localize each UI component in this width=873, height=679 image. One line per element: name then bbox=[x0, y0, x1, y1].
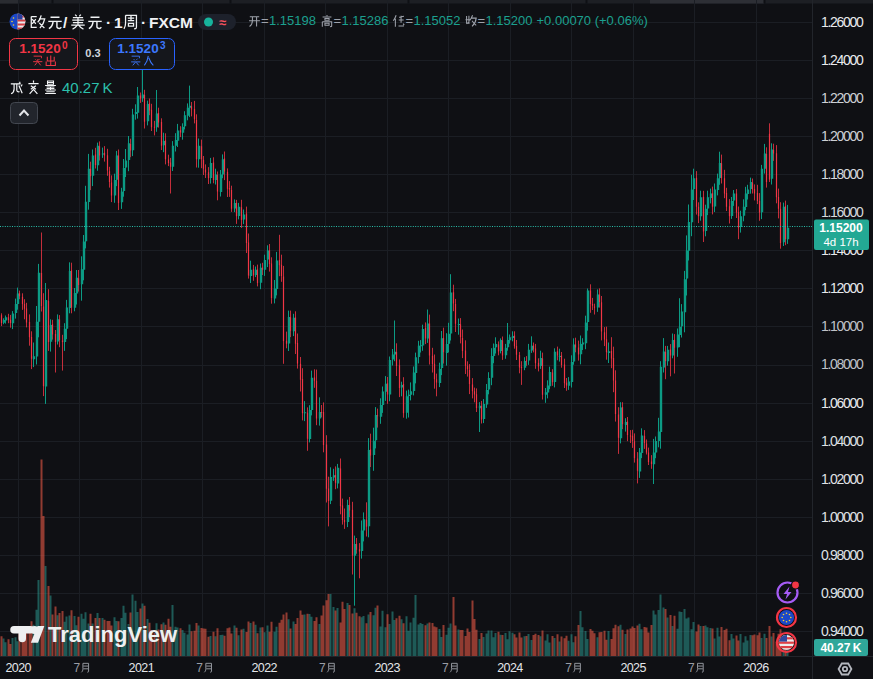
svg-text:TradingView: TradingView bbox=[48, 622, 178, 647]
svg-text:40.27 K: 40.27 K bbox=[820, 641, 861, 655]
svg-text:7: 7 bbox=[319, 661, 326, 675]
svg-text:2021: 2021 bbox=[129, 661, 155, 675]
svg-text:0.96000: 0.96000 bbox=[821, 585, 864, 601]
svg-text:=: = bbox=[478, 13, 486, 28]
svg-text:2023: 2023 bbox=[374, 661, 400, 675]
svg-text:2026: 2026 bbox=[743, 661, 769, 675]
svg-text:1.20000: 1.20000 bbox=[821, 128, 864, 144]
svg-text:1: 1 bbox=[114, 14, 123, 31]
svg-text:1.02000: 1.02000 bbox=[821, 471, 864, 487]
svg-text:1.24000: 1.24000 bbox=[821, 52, 864, 68]
svg-text:7: 7 bbox=[565, 661, 572, 675]
svg-text:1.15200: 1.15200 bbox=[486, 13, 533, 28]
svg-text:1.1520: 1.1520 bbox=[117, 41, 158, 56]
svg-text:1.12000: 1.12000 bbox=[821, 280, 864, 296]
svg-text:=: = bbox=[406, 13, 414, 28]
svg-text:·: · bbox=[106, 14, 111, 31]
svg-text:1.15198: 1.15198 bbox=[269, 13, 316, 28]
svg-text:1.15052: 1.15052 bbox=[414, 13, 461, 28]
svg-text:3: 3 bbox=[160, 40, 166, 51]
svg-text:0.94000: 0.94000 bbox=[821, 623, 864, 639]
svg-text:1.26000: 1.26000 bbox=[821, 14, 864, 30]
svg-text:2022: 2022 bbox=[251, 661, 277, 675]
svg-text:7: 7 bbox=[196, 661, 203, 675]
svg-text:1.16000: 1.16000 bbox=[821, 204, 864, 220]
svg-text:0: 0 bbox=[62, 40, 68, 51]
svg-text:=: = bbox=[261, 13, 269, 28]
svg-text:7: 7 bbox=[73, 661, 80, 675]
svg-text:0.98000: 0.98000 bbox=[821, 547, 864, 563]
svg-text:1.15286: 1.15286 bbox=[342, 13, 389, 28]
svg-text:=: = bbox=[334, 13, 342, 28]
svg-text:1.04000: 1.04000 bbox=[821, 433, 864, 449]
svg-text:2024: 2024 bbox=[497, 661, 523, 675]
svg-text:2020: 2020 bbox=[5, 661, 31, 675]
svg-text:1.15200: 1.15200 bbox=[819, 221, 863, 235]
svg-text:1.08000: 1.08000 bbox=[821, 356, 864, 372]
svg-text:2025: 2025 bbox=[620, 661, 646, 675]
svg-text:·: · bbox=[141, 14, 146, 31]
svg-text:+0.00070 (+0.06%): +0.00070 (+0.06%) bbox=[537, 13, 648, 28]
svg-text:/: / bbox=[63, 14, 68, 31]
svg-text:0.3: 0.3 bbox=[85, 47, 100, 59]
svg-text:7: 7 bbox=[688, 661, 695, 675]
svg-text:1.22000: 1.22000 bbox=[821, 90, 864, 106]
svg-text:1.06000: 1.06000 bbox=[821, 395, 864, 411]
svg-text:FXCM: FXCM bbox=[149, 14, 193, 31]
svg-text:7: 7 bbox=[442, 661, 449, 675]
svg-text:40.27 K: 40.27 K bbox=[62, 79, 113, 96]
svg-text:4d 17h: 4d 17h bbox=[823, 236, 858, 248]
svg-text:1.00000: 1.00000 bbox=[821, 509, 864, 525]
svg-text:1.10000: 1.10000 bbox=[821, 318, 864, 334]
svg-text:1.1520: 1.1520 bbox=[19, 41, 60, 56]
svg-text:≈: ≈ bbox=[219, 15, 226, 30]
svg-text:1.18000: 1.18000 bbox=[821, 166, 864, 182]
